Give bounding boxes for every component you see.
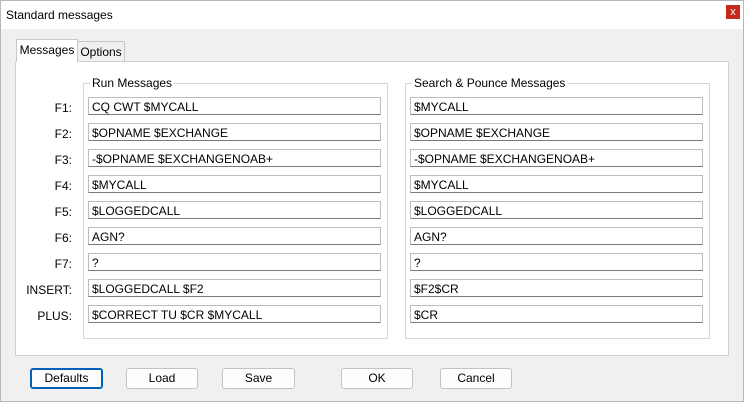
window-title: Standard messages xyxy=(6,8,113,22)
sp-field-f6[interactable]: AGN? xyxy=(410,227,703,245)
defaults-button[interactable]: Defaults xyxy=(30,368,103,389)
row-label-f1: F1: xyxy=(54,101,72,115)
load-button[interactable]: Load xyxy=(126,368,198,389)
sp-field-f7[interactable]: ? xyxy=(410,253,703,271)
row-label-f2: F2: xyxy=(54,127,72,141)
run-field-f4[interactable]: $MYCALL xyxy=(88,175,381,193)
cancel-button-label: Cancel xyxy=(457,371,495,385)
row-label-f6: F6: xyxy=(54,231,72,245)
run-field-insert[interactable]: $LOGGEDCALL $F2 xyxy=(88,279,381,297)
defaults-button-label: Defaults xyxy=(44,371,89,385)
sp-messages-label: Search & Pounce Messages xyxy=(412,76,568,90)
tab-messages-label: Messages xyxy=(19,43,75,57)
sp-field-f3[interactable]: -$OPNAME $EXCHANGENOAB+ xyxy=(410,149,703,167)
row-label-insert: INSERT: xyxy=(26,283,72,297)
row-label-f5: F5: xyxy=(54,205,72,219)
close-icon: x xyxy=(730,6,736,18)
standard-messages-window: Standard messages x Messages Options Run… xyxy=(0,0,744,402)
sp-field-f4[interactable]: $MYCALL xyxy=(410,175,703,193)
title-bar: Standard messages x xyxy=(1,1,743,29)
save-button-label: Save xyxy=(244,371,273,385)
run-field-f3[interactable]: -$OPNAME $EXCHANGENOAB+ xyxy=(88,149,381,167)
sp-field-plus[interactable]: $CR xyxy=(410,305,703,323)
ok-button[interactable]: OK xyxy=(341,368,413,389)
run-field-f7[interactable]: ? xyxy=(88,253,381,271)
ok-button-label: OK xyxy=(368,371,386,385)
sp-field-f5[interactable]: $LOGGEDCALL xyxy=(410,201,703,219)
run-messages-label: Run Messages xyxy=(90,76,175,90)
sp-field-insert[interactable]: $F2$CR xyxy=(410,279,703,297)
sp-field-f1[interactable]: $MYCALL xyxy=(410,97,703,115)
run-field-f5[interactable]: $LOGGEDCALL xyxy=(88,201,381,219)
messages-tab-panel: Run Messages Search & Pounce Messages F1… xyxy=(15,61,729,356)
run-field-f2[interactable]: $OPNAME $EXCHANGE xyxy=(88,123,381,141)
run-field-f1[interactable]: CQ CWT $MYCALL xyxy=(88,97,381,115)
row-label-f3: F3: xyxy=(54,153,72,167)
row-label-f4: F4: xyxy=(54,179,72,193)
close-button[interactable]: x xyxy=(726,5,740,19)
save-button[interactable]: Save xyxy=(222,368,295,389)
tab-messages[interactable]: Messages xyxy=(16,39,78,62)
run-field-plus[interactable]: $CORRECT TU $CR $MYCALL xyxy=(88,305,381,323)
run-field-f6[interactable]: AGN? xyxy=(88,227,381,245)
load-button-label: Load xyxy=(148,371,176,385)
sp-field-f2[interactable]: $OPNAME $EXCHANGE xyxy=(410,123,703,141)
tab-options[interactable]: Options xyxy=(77,41,125,62)
cancel-button[interactable]: Cancel xyxy=(440,368,512,389)
tab-options-label: Options xyxy=(80,45,122,59)
row-label-f7: F7: xyxy=(54,257,72,271)
row-label-plus: PLUS: xyxy=(37,309,72,323)
